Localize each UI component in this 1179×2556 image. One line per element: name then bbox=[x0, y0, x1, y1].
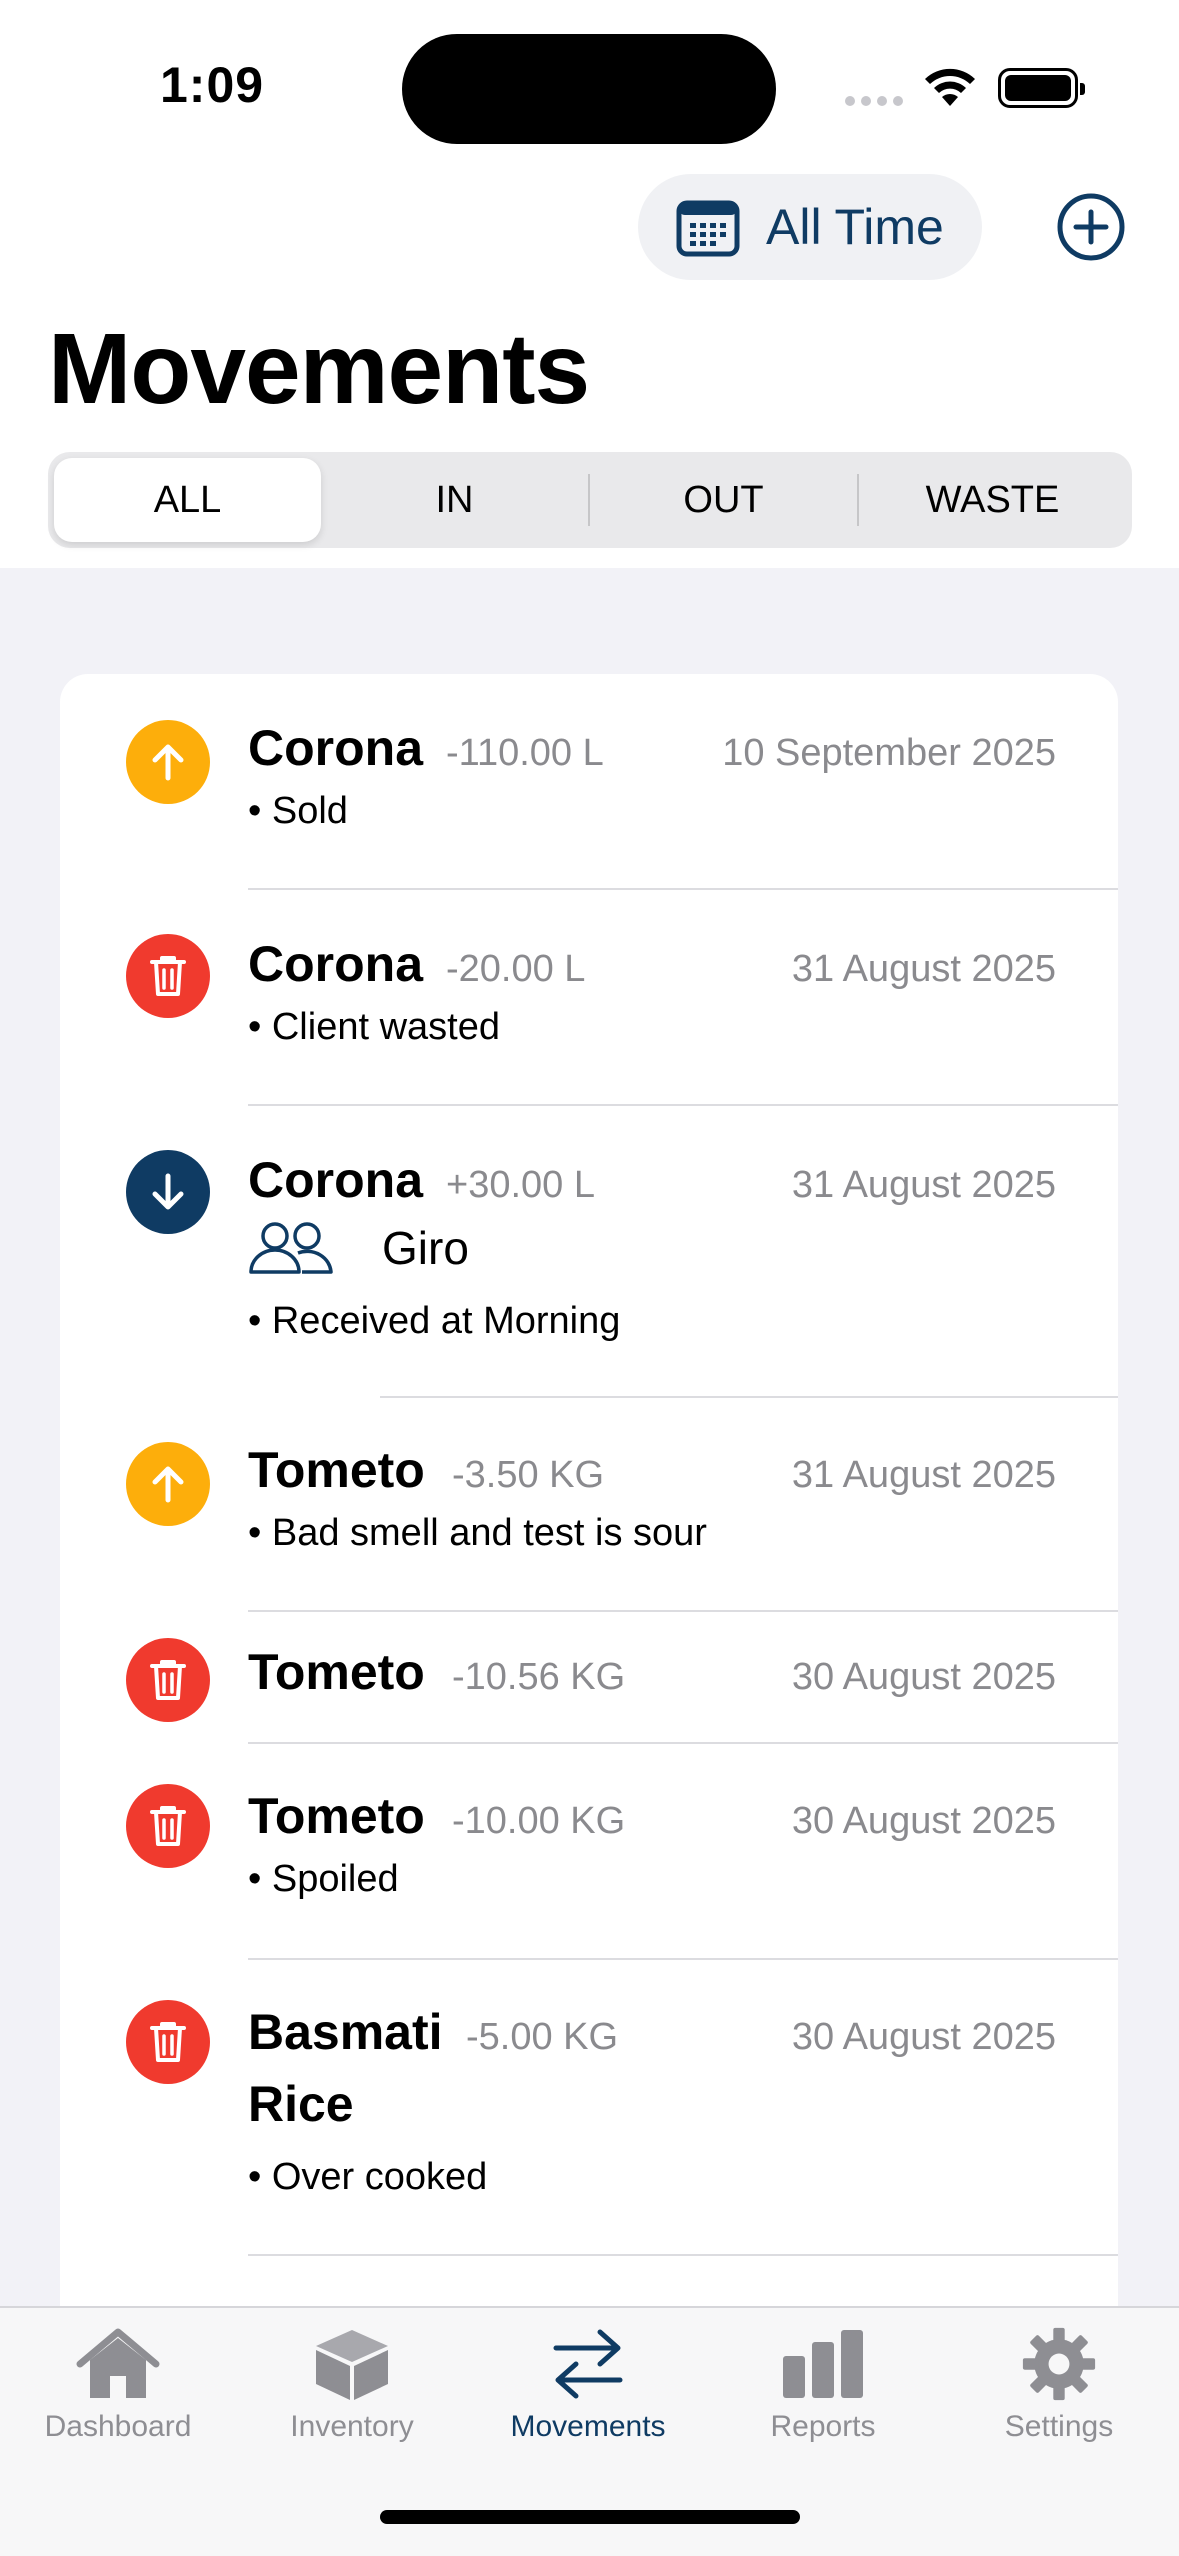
movement-row[interactable]: Tometo -3.50 KG 31 August 2025 • Bad sme… bbox=[60, 1398, 1118, 1612]
movement-note: • Client wasted bbox=[248, 1006, 500, 1048]
item-quantity: -20.00 L bbox=[446, 948, 586, 990]
item-name: Corona bbox=[248, 1152, 423, 1208]
movement-row[interactable] bbox=[60, 2256, 1118, 2308]
bar-chart-icon bbox=[783, 2330, 863, 2398]
item-quantity: +30.00 L bbox=[446, 1164, 595, 1206]
segment-all[interactable]: ALL bbox=[54, 458, 321, 542]
page-title: Movements bbox=[48, 313, 590, 425]
movement-row[interactable]: Corona -20.00 L 31 August 2025 • Client … bbox=[60, 890, 1118, 1106]
segment-in[interactable]: IN bbox=[321, 458, 588, 542]
trash-icon bbox=[126, 1784, 210, 1868]
item-quantity: -5.00 KG bbox=[466, 2016, 619, 2058]
item-name-line2: Rice bbox=[248, 2076, 354, 2132]
gear-icon bbox=[1022, 2327, 1096, 2401]
item-name: Tometo bbox=[248, 1788, 425, 1844]
item-name: Corona bbox=[248, 720, 423, 776]
movement-note: • Bad smell and test is sour bbox=[248, 1512, 707, 1554]
item-quantity: -3.50 KG bbox=[452, 1454, 605, 1496]
trash-icon bbox=[126, 934, 210, 1018]
date-filter-label: All Time bbox=[766, 199, 944, 255]
people-icon bbox=[249, 1222, 333, 1274]
item-quantity: -10.56 KG bbox=[452, 1656, 626, 1698]
movement-date: 31 August 2025 bbox=[791, 948, 1056, 990]
movement-note: • Sold bbox=[248, 790, 348, 832]
item-quantity: -110.00 L bbox=[446, 732, 604, 774]
tab-label: Movements bbox=[510, 2410, 666, 2443]
tab-label: Settings bbox=[1004, 2410, 1114, 2443]
calendar-icon bbox=[676, 200, 740, 257]
trash-icon bbox=[126, 2000, 210, 2084]
movement-note: • Over cooked bbox=[248, 2156, 488, 2198]
home-indicator bbox=[380, 2510, 800, 2524]
segment-out[interactable]: OUT bbox=[590, 458, 857, 542]
dynamic-island bbox=[402, 34, 776, 144]
movement-row[interactable]: Tometo -10.00 KG 30 August 2025 • Spoile… bbox=[60, 1744, 1118, 1960]
segment-waste[interactable]: WASTE bbox=[859, 458, 1126, 542]
movement-row[interactable]: Corona -110.00 L 10 September 2025 • Sol… bbox=[60, 674, 1118, 890]
movement-date: 30 August 2025 bbox=[791, 1800, 1056, 1842]
add-movement-button[interactable] bbox=[1056, 192, 1126, 262]
tab-inventory[interactable]: Inventory bbox=[234, 2326, 470, 2444]
trash-icon bbox=[126, 1638, 210, 1722]
item-name: Tometo bbox=[248, 1644, 425, 1700]
movement-type-segmented-control: ALL IN OUT WASTE bbox=[48, 452, 1132, 548]
movement-date: 10 September 2025 bbox=[722, 732, 1056, 774]
arrow-up-icon bbox=[126, 1442, 210, 1526]
movements-card: Corona -110.00 L 10 September 2025 • Sol… bbox=[60, 674, 1118, 2308]
item-name: Basmati bbox=[248, 2004, 443, 2060]
supplier: Giro bbox=[248, 1220, 469, 1276]
movement-note: • Received at Morning bbox=[248, 1300, 621, 1342]
movement-row[interactable]: Corona +30.00 L 31 August 2025 Giro • Re… bbox=[60, 1106, 1118, 1398]
movement-date: 31 August 2025 bbox=[791, 1454, 1056, 1496]
tab-movements[interactable]: Movements bbox=[470, 2326, 706, 2444]
movement-note: • Spoiled bbox=[248, 1858, 399, 1900]
movement-row[interactable]: Tometo -10.56 KG 30 August 2025 bbox=[60, 1612, 1118, 1744]
movements-list-area[interactable]: Corona -110.00 L 10 September 2025 • Sol… bbox=[0, 568, 1179, 2308]
arrow-up-icon bbox=[126, 720, 210, 804]
cellular-signal-icon bbox=[845, 96, 903, 106]
house-icon bbox=[76, 2328, 160, 2398]
tab-label: Reports bbox=[770, 2410, 876, 2443]
movement-date: 30 August 2025 bbox=[791, 1656, 1056, 1698]
item-name: Tometo bbox=[248, 1442, 425, 1498]
tab-label: Dashboard bbox=[44, 2410, 192, 2443]
movement-date: 31 August 2025 bbox=[791, 1164, 1056, 1206]
status-time: 1:09 bbox=[160, 57, 265, 113]
movement-date: 30 August 2025 bbox=[791, 2016, 1056, 2058]
arrows-icon bbox=[553, 2329, 623, 2399]
box-icon bbox=[316, 2330, 388, 2400]
wifi-icon bbox=[925, 68, 975, 106]
movement-row[interactable]: Basmati Rice -5.00 KG 30 August 2025 • O… bbox=[60, 1960, 1118, 2256]
item-quantity: -10.00 KG bbox=[452, 1800, 626, 1842]
date-filter-button[interactable]: All Time bbox=[638, 174, 982, 280]
tab-label: Inventory bbox=[290, 2410, 414, 2443]
item-name: Corona bbox=[248, 936, 423, 992]
tab-settings[interactable]: Settings bbox=[941, 2326, 1177, 2444]
supplier-name: Giro bbox=[382, 1222, 469, 1274]
arrow-down-icon bbox=[126, 1150, 210, 1234]
tab-dashboard[interactable]: Dashboard bbox=[0, 2326, 236, 2444]
battery-icon bbox=[998, 68, 1085, 108]
status-bar: 1:09 bbox=[0, 0, 1179, 170]
tab-reports[interactable]: Reports bbox=[705, 2326, 941, 2444]
